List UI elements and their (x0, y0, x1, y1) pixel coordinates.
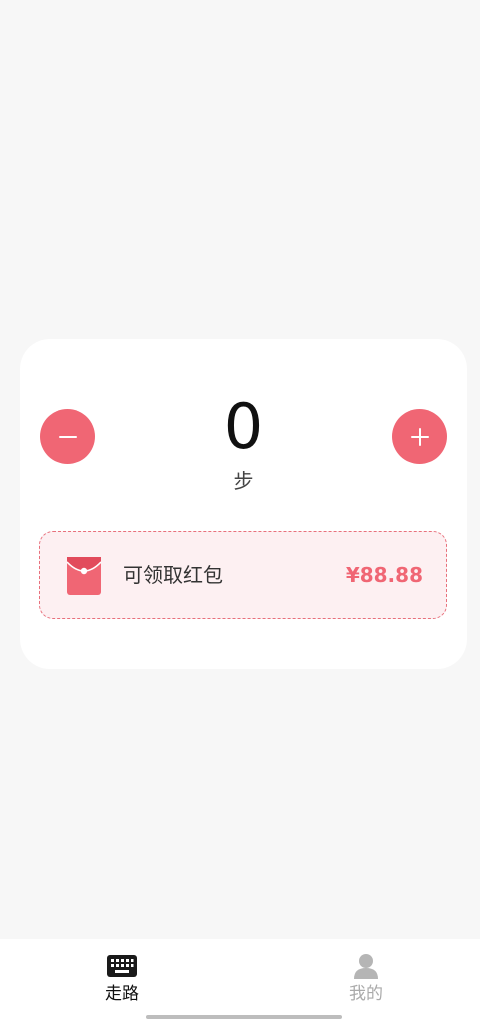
tab-mine[interactable]: 我的 (306, 953, 426, 1005)
step-unit-label: 步 (233, 469, 254, 493)
keyboard-icon (107, 953, 137, 979)
step-counter-card: 0 步 可领取红包 ¥88.88 (20, 339, 467, 669)
bottom-tab-bar: 走路 我的 (0, 939, 480, 1020)
person-icon (351, 953, 381, 979)
home-indicator[interactable] (146, 1015, 342, 1019)
red-packet-amount: ¥88.88 (345, 563, 423, 587)
red-envelope-icon (67, 557, 101, 595)
red-packet-label: 可领取红包 (123, 563, 223, 587)
claim-red-packet-banner[interactable]: 可领取红包 ¥88.88 (39, 531, 447, 619)
tab-walk-label: 走路 (105, 984, 139, 1004)
increment-button[interactable] (392, 409, 447, 464)
tab-walk[interactable]: 走路 (62, 953, 182, 1005)
plus-icon (410, 427, 429, 446)
tab-mine-label: 我的 (349, 984, 383, 1004)
